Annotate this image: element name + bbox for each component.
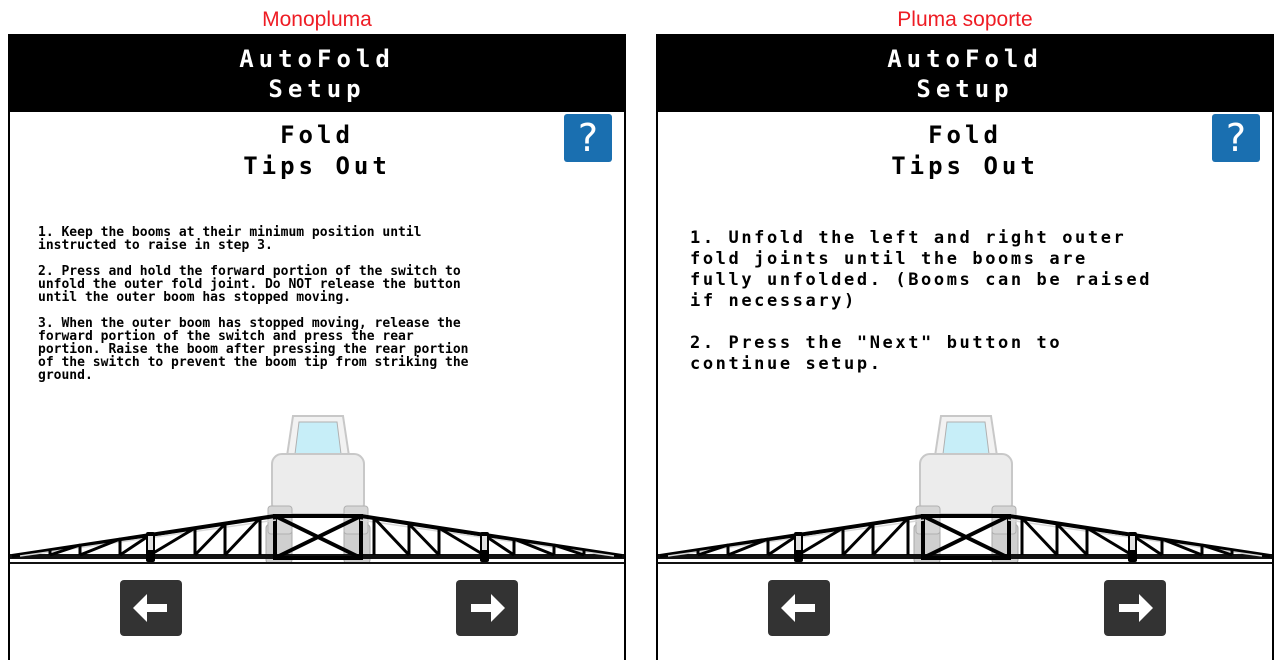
header-title-line1: AutoFold [887, 45, 1043, 73]
next-button[interactable] [1104, 580, 1166, 636]
instruction-step-2: 2. Press and hold the forward portion of… [38, 264, 461, 305]
arrow-right-icon [471, 594, 505, 622]
step-title-line1: Fold [280, 121, 354, 149]
help-button[interactable]: ? [1212, 114, 1260, 162]
instruction-step-1: 1. Unfold the left and right outer fold … [690, 228, 1153, 311]
sprayer-boom-illustration [658, 415, 1272, 564]
arrow-right-icon [1119, 594, 1153, 622]
instruction-step-3: 3. When the outer boom has stopped movin… [38, 316, 469, 383]
back-button[interactable] [768, 580, 830, 636]
instructions: 1. Keep the booms at their minimum posit… [38, 226, 604, 395]
instructions: 1. Unfold the left and right outer fold … [690, 228, 1258, 396]
next-button[interactable] [456, 580, 518, 636]
step-title-line2: Tips Out [891, 152, 1039, 180]
question-mark-icon: ? [577, 116, 599, 160]
step-title: Fold Tips Out [658, 120, 1272, 182]
back-button[interactable] [120, 580, 182, 636]
sprayer-boom-illustration [10, 415, 624, 564]
arrow-left-icon [781, 594, 815, 622]
screen-header: AutoFold Setup [10, 34, 624, 112]
header-title-line1: AutoFold [239, 45, 395, 73]
screen-pluma-soporte: AutoFold Setup Fold Tips Out ? 1. Unfold… [656, 34, 1274, 660]
help-button[interactable]: ? [564, 114, 612, 162]
step-title-line2: Tips Out [243, 152, 391, 180]
header-title-line2: Setup [268, 75, 366, 103]
question-mark-icon: ? [1225, 116, 1247, 160]
caption-pluma-soporte: Pluma soporte [897, 8, 1033, 31]
step-title-line1: Fold [928, 121, 1002, 149]
arrow-left-icon [133, 594, 167, 622]
instruction-step-1: 1. Keep the booms at their minimum posit… [38, 225, 422, 253]
header-title-line2: Setup [916, 75, 1014, 103]
instruction-step-2: 2. Press the "Next" button to continue s… [690, 333, 1063, 374]
screen-monopluma: AutoFold Setup Fold Tips Out ? 1. Keep t… [8, 34, 626, 660]
screen-header: AutoFold Setup [658, 34, 1272, 112]
step-title: Fold Tips Out [10, 120, 624, 182]
caption-monopluma: Monopluma [262, 8, 372, 31]
